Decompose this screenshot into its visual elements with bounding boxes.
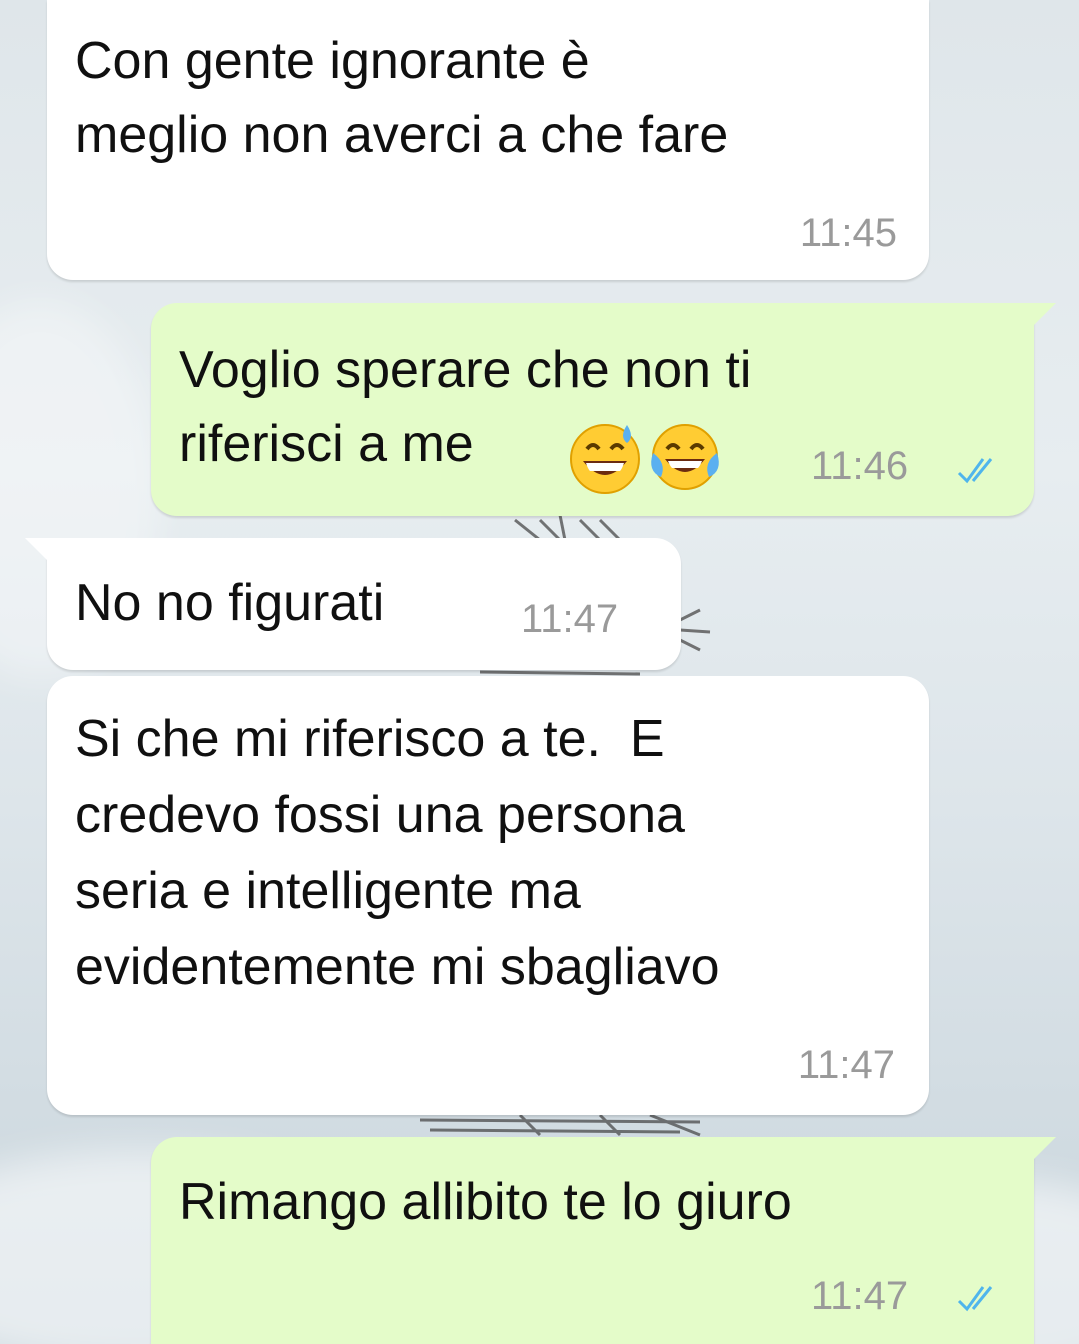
read-receipt-icon: [957, 458, 993, 484]
message-timestamp: 11:47: [797, 1043, 895, 1087]
message-timestamp: 11:47: [521, 597, 619, 641]
message-text-line: seria e intelligente ma: [75, 862, 581, 920]
grinning-face-with-sweat-icon: [570, 424, 640, 494]
message-text-line: riferisci a me: [179, 415, 474, 473]
message-text-line: Rimango allibito te lo giuro: [179, 1173, 792, 1231]
message-text-line: Con gente ignorante è: [75, 32, 590, 90]
message-text-line: Voglio sperare che non ti: [179, 341, 752, 399]
message-timestamp: 11:47: [811, 1274, 909, 1318]
bubble-tail: [1034, 1137, 1056, 1159]
message-timestamp: 11:46: [811, 444, 909, 488]
message-bubble-incoming[interactable]: Con gente ignorante è meglio non averci …: [47, 0, 929, 280]
message-text-line: evidentemente mi sbagliavo: [75, 938, 720, 996]
bubble-tail: [1034, 303, 1056, 325]
face-with-tears-of-joy-icon: [651, 424, 719, 490]
message-text-line: meglio non averci a che fare: [75, 106, 729, 164]
read-receipt-icon: [957, 1286, 993, 1312]
message-timestamp: 11:45: [799, 211, 897, 255]
message-text-line: No no figurati: [75, 574, 385, 632]
message-bubble-outgoing[interactable]: Rimango allibito te lo giuro 11:47: [151, 1137, 1056, 1344]
message-bubble-incoming[interactable]: No no figurati 11:47: [25, 538, 681, 670]
message-bubble-incoming[interactable]: Si che mi riferisco a te. E credevo foss…: [47, 676, 929, 1115]
message-text-line: credevo fossi una persona: [75, 786, 685, 844]
message-bubble-outgoing[interactable]: Voglio sperare che non ti riferisci a me…: [151, 303, 1056, 516]
message-text-line: Si che mi riferisco a te. E: [75, 710, 665, 768]
bubble-tail: [25, 538, 47, 560]
